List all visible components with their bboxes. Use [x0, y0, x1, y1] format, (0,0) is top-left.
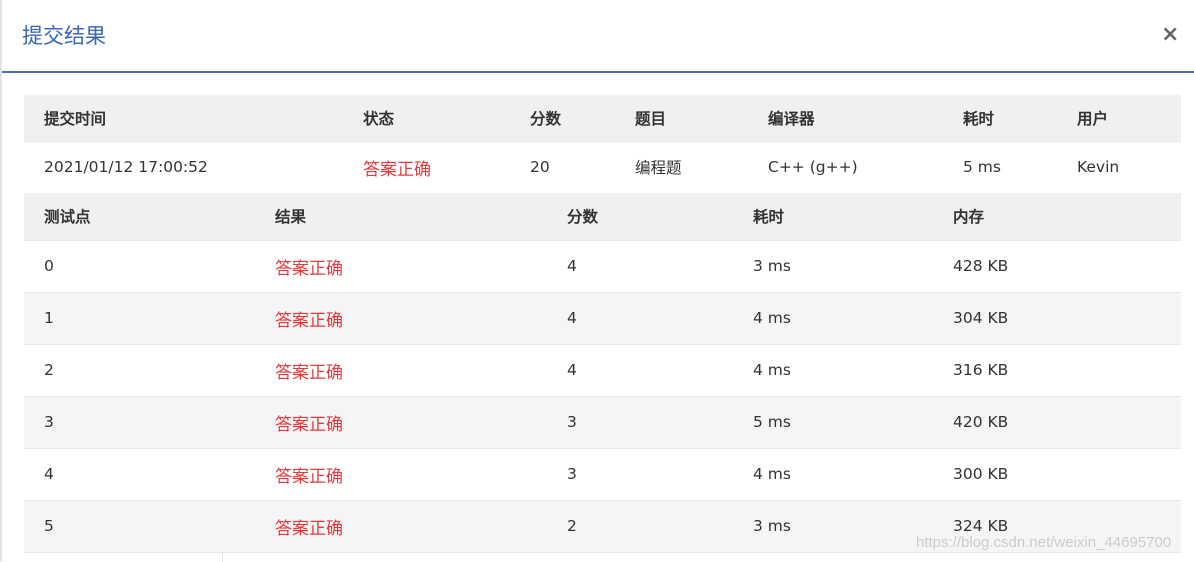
test-result: 答案正确	[275, 310, 343, 331]
test-score: 4	[567, 309, 577, 327]
column-header-score: 分数	[530, 109, 562, 128]
test-score: 2	[567, 517, 577, 536]
column-header-test-score: 分数	[567, 208, 599, 227]
summary-row: 2021/01/12 17:00:52 答案正确 20 编程题 C++ (g++…	[24, 141, 1181, 193]
test-time: 4 ms	[753, 465, 791, 483]
test-time: 3 ms	[753, 517, 791, 536]
test-score: 3	[567, 465, 577, 483]
column-header-test-time: 耗时	[753, 208, 785, 227]
user-name: Kevin	[1077, 158, 1120, 177]
test-result: 答案正确	[275, 518, 343, 539]
test-id: 1	[44, 309, 54, 327]
status-badge: 答案正确	[363, 159, 431, 180]
test-time: 4 ms	[753, 309, 791, 327]
column-header-problem: 题目	[635, 109, 667, 128]
test-memory: 300 KB	[953, 465, 1009, 483]
column-header-compiler: 编译器	[768, 109, 815, 128]
test-header-row: 测试点 结果 分数 耗时 内存	[24, 193, 1181, 240]
test-memory: 304 KB	[953, 309, 1009, 327]
table-row: 2 答案正确 4 4 ms 316 KB	[24, 344, 1181, 396]
column-header-user: 用户	[1077, 109, 1109, 128]
column-header-test-id: 测试点	[44, 208, 91, 227]
column-header-submit-time: 提交时间	[44, 109, 107, 128]
test-case-table: 测试点 结果 分数 耗时 内存 0 答案正确 4 3 ms 428 KB 1 答…	[24, 193, 1181, 552]
total-duration: 5 ms	[963, 158, 1001, 177]
problem-name: 编程题	[635, 159, 682, 178]
test-id: 3	[44, 413, 54, 431]
table-row: 3 答案正确 3 5 ms 420 KB	[24, 396, 1181, 448]
dialog-header: 提交结果 ×	[2, 0, 1194, 73]
table-row: 1 答案正确 4 4 ms 304 KB	[24, 292, 1181, 344]
test-result: 答案正确	[275, 466, 343, 487]
column-header-memory: 内存	[953, 208, 985, 227]
dialog-title: 提交结果	[22, 24, 106, 48]
test-memory: 316 KB	[953, 361, 1009, 379]
submission-summary-table: 提交时间 状态 分数 题目 编译器 耗时 用户 2021/01/12 17:00…	[24, 95, 1181, 193]
close-icon[interactable]: ×	[1161, 24, 1179, 46]
test-score: 4	[567, 361, 577, 379]
column-header-status: 状态	[363, 109, 395, 128]
test-id: 5	[44, 517, 54, 536]
submission-result-dialog: 提交结果 × 提交时间 状态 分数 题目 编译器 耗时 用户 2021/01/1…	[0, 0, 1194, 562]
test-result: 答案正确	[275, 258, 343, 279]
column-header-duration: 耗时	[963, 109, 995, 128]
test-time: 3 ms	[753, 257, 791, 275]
test-result: 答案正确	[275, 362, 343, 383]
submit-time: 2021/01/12 17:00:52	[44, 158, 208, 177]
test-id: 2	[44, 361, 54, 379]
test-score: 4	[567, 257, 577, 275]
vertical-scrollbar[interactable]	[1187, 75, 1194, 561]
test-time: 5 ms	[753, 413, 791, 431]
table-row: 0 答案正确 4 3 ms 428 KB	[24, 240, 1181, 292]
summary-header-row: 提交时间 状态 分数 题目 编译器 耗时 用户	[24, 95, 1181, 141]
test-id: 4	[44, 465, 54, 483]
test-result: 答案正确	[275, 414, 343, 435]
watermark: https://blog.csdn.net/weixin_44695700	[916, 534, 1172, 551]
column-header-result: 结果	[275, 208, 307, 227]
total-score: 20	[530, 158, 550, 177]
test-memory: 420 KB	[953, 413, 1009, 431]
test-time: 4 ms	[753, 361, 791, 379]
table-row: 4 答案正确 3 4 ms 300 KB	[24, 448, 1181, 500]
test-id: 0	[44, 257, 54, 275]
test-score: 3	[567, 413, 577, 431]
compiler-name: C++ (g++)	[768, 158, 858, 177]
test-memory: 428 KB	[953, 257, 1009, 275]
